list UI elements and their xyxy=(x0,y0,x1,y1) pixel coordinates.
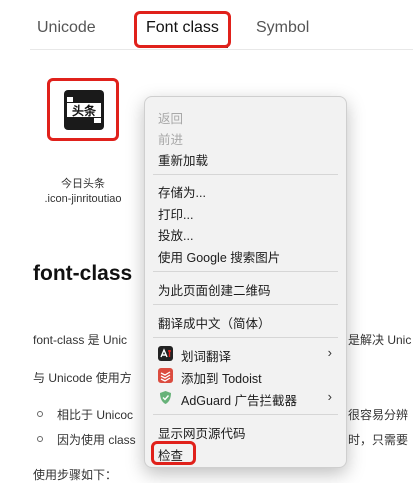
menu-item-back[interactable]: 返回 xyxy=(158,108,183,127)
paragraph-2: 与 Unicode 使用方 xyxy=(33,371,132,385)
list-item-2: 因为使用 class xyxy=(57,433,136,447)
menu-separator xyxy=(153,304,338,305)
menu-separator xyxy=(153,337,338,338)
list-item-1-tail: 很容易分辨 xyxy=(348,408,409,422)
icon-class-name: .icon-jinritoutiao xyxy=(44,193,122,205)
highlight-box-icon xyxy=(47,78,119,141)
adguard-shield-icon xyxy=(158,390,173,405)
list-item-2-tail: 时，只需要 xyxy=(348,433,409,447)
paragraph-1-tail: 是解决 Unic xyxy=(348,333,412,347)
menu-separator xyxy=(153,414,338,415)
chevron-right-icon: › xyxy=(327,345,332,360)
section-heading: font-class xyxy=(33,262,133,285)
menu-item-save-as[interactable]: 存储为... xyxy=(158,182,206,201)
context-menu: 返回 前进 重新加载 存储为... 打印... 投放... 使用 Google … xyxy=(144,96,347,468)
chevron-right-icon: › xyxy=(327,389,332,404)
menu-item-forward[interactable]: 前进 xyxy=(158,129,183,148)
word-translate-icon xyxy=(158,346,173,361)
menu-item-reload[interactable]: 重新加载 xyxy=(158,150,208,169)
menu-separator xyxy=(153,271,338,272)
usage-steps-partial: 使用步骤如下： xyxy=(33,468,118,482)
menu-item-print[interactable]: 打印... xyxy=(158,204,193,223)
menu-item-view-source[interactable]: 显示网页源代码 xyxy=(158,423,246,442)
tab-unicode[interactable]: Unicode xyxy=(37,19,96,37)
tab-symbol[interactable]: Symbol xyxy=(256,19,309,37)
highlight-box-inspect xyxy=(151,441,196,465)
paragraph-1: font-class 是 Unic xyxy=(33,333,128,347)
menu-item-search-image[interactable]: 使用 Google 搜索图片 xyxy=(158,247,280,266)
menu-item-qr-code[interactable]: 为此页面创建二维码 xyxy=(158,280,271,299)
menu-item-add-todoist[interactable]: 添加到 Todoist xyxy=(181,368,262,387)
menu-item-cast[interactable]: 投放... xyxy=(158,225,193,244)
bullet-marker xyxy=(37,411,43,417)
highlight-box-tab xyxy=(134,11,231,48)
todoist-icon xyxy=(158,368,173,383)
list-item-1: 相比于 Unicoc xyxy=(57,408,134,422)
menu-item-translate[interactable]: 翻译成中文（简体） xyxy=(158,313,271,332)
menu-item-word-translate[interactable]: 划词翻译 xyxy=(181,346,231,365)
bullet-marker xyxy=(37,436,43,442)
icon-name: 今日头条 xyxy=(61,178,105,190)
menu-item-adguard[interactable]: AdGuard 广告拦截器 xyxy=(181,390,297,409)
tabs-divider xyxy=(30,49,413,50)
menu-separator xyxy=(153,174,338,175)
